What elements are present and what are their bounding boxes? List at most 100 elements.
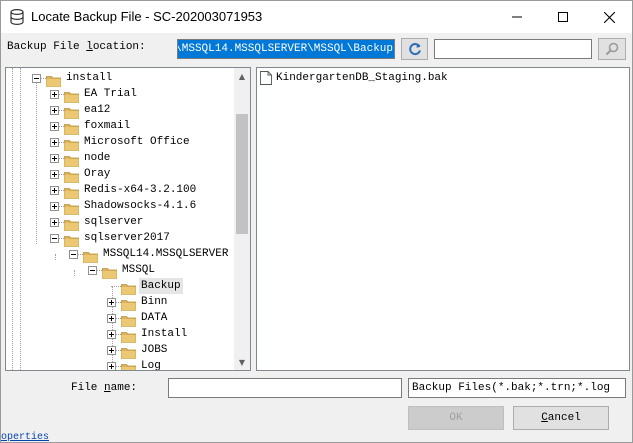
folder-icon <box>121 296 136 311</box>
folder-icon <box>64 120 79 135</box>
search-button[interactable] <box>598 38 626 60</box>
tree-node-label: foxmail <box>84 120 131 132</box>
tree-node-label: node <box>84 152 111 164</box>
tree-node-label: sqlserver <box>84 216 144 228</box>
file-name-label-accel: n <box>104 382 111 394</box>
magnifier-icon <box>605 42 619 56</box>
tree-node-label: Redis-x64-3.2.100 <box>84 184 197 196</box>
expand-icon[interactable] <box>50 218 59 227</box>
close-icon <box>603 11 615 23</box>
collapse-icon[interactable] <box>69 250 78 259</box>
tree-node-label: Backup <box>139 278 183 294</box>
folder-tree-content: install EA Trial ea12 foxmail Microsoft Offi… <box>6 68 236 370</box>
scroll-thumb[interactable] <box>236 114 248 234</box>
folder-icon <box>64 200 79 215</box>
location-label-suffix: ocation: <box>92 41 146 53</box>
tree-node-label: MSSQL <box>122 264 156 276</box>
backup-file-location-label: Backup File location: <box>7 41 146 53</box>
expand-icon[interactable] <box>50 122 59 131</box>
expand-icon[interactable] <box>107 298 116 307</box>
location-label-prefix: Backup File <box>7 41 87 53</box>
expand-icon[interactable] <box>50 202 59 211</box>
folder-icon <box>121 280 136 295</box>
minimize-button[interactable] <box>494 1 540 33</box>
scroll-up-arrow[interactable]: ▲ <box>234 68 250 84</box>
folder-icon <box>121 344 136 359</box>
maximize-button[interactable] <box>540 1 586 33</box>
tree-node-label: Log <box>141 360 161 370</box>
folder-tree[interactable]: install EA Trial ea12 foxmail Microsoft Offi… <box>5 67 251 371</box>
tree-guide-line <box>55 254 56 260</box>
window-title: Locate Backup File - SC-202003071953 <box>31 9 263 24</box>
cancel-label-rest: ancel <box>547 412 581 424</box>
folder-icon <box>83 248 98 263</box>
folder-icon <box>64 184 79 199</box>
expand-icon[interactable] <box>107 346 116 355</box>
tree-node-label: sqlserver2017 <box>84 232 170 244</box>
collapse-icon[interactable] <box>32 74 41 83</box>
properties-link[interactable]: operties <box>1 432 49 442</box>
file-type-selected: Backup Files(*.bak;*.trn;*.log <box>412 382 611 394</box>
file-name-label-prefix: File <box>71 382 105 394</box>
tree-vertical-scrollbar[interactable]: ▲ ▼ <box>234 68 250 370</box>
refresh-button[interactable] <box>401 38 428 60</box>
location-input-selected-text: 17\MSSQL14.MSSQLSERVER\MSSQL\Backup <box>178 40 394 58</box>
tree-guide-line <box>20 68 21 370</box>
title-bar[interactable]: Locate Backup File - SC-202003071953 <box>1 1 632 33</box>
expand-icon[interactable] <box>50 154 59 163</box>
folder-icon <box>64 88 79 103</box>
location-label-accel: l <box>86 41 93 53</box>
cancel-button[interactable]: Cancel <box>513 406 609 430</box>
tree-guide-line <box>12 68 13 370</box>
expand-icon[interactable] <box>50 106 59 115</box>
backup-file-location-input[interactable]: 17\MSSQL14.MSSQLSERVER\MSSQL\Backup <box>177 39 395 59</box>
file-list[interactable]: KindergartenDB_Staging.bak <box>256 67 630 371</box>
folder-icon <box>121 328 136 343</box>
folder-icon <box>64 216 79 231</box>
scroll-down-arrow[interactable]: ▼ <box>234 354 250 370</box>
tree-node-label: ea12 <box>84 104 111 116</box>
collapse-icon[interactable] <box>88 266 97 275</box>
tree-guide-line <box>36 78 37 244</box>
tree-node-label: JOBS <box>141 344 168 356</box>
locate-backup-file-dialog: Locate Backup File - SC-202003071953 Bac… <box>0 0 633 443</box>
file-name-label-suffix: ame: <box>110 382 138 394</box>
cancel-accel: C <box>541 412 548 424</box>
tree-node-label: DATA <box>141 312 168 324</box>
collapse-icon[interactable] <box>50 234 59 243</box>
expand-icon[interactable] <box>50 186 59 195</box>
expand-icon[interactable] <box>50 138 59 147</box>
refresh-icon <box>408 43 421 55</box>
close-button[interactable] <box>586 1 632 33</box>
file-name-label: File name: <box>71 382 137 394</box>
file-item-label: KindergartenDB_Staging.bak <box>276 72 448 84</box>
file-name-input[interactable] <box>168 378 402 398</box>
folder-icon <box>102 264 117 279</box>
tree-node-label: Oray <box>84 168 111 180</box>
expand-icon[interactable] <box>107 330 116 339</box>
database-icon <box>10 9 24 25</box>
minimize-icon <box>512 16 522 18</box>
document-icon <box>260 71 272 85</box>
tree-node-label: install <box>66 72 113 84</box>
ok-button[interactable]: OK <box>408 406 504 430</box>
expand-icon[interactable] <box>50 90 59 99</box>
expand-icon[interactable] <box>50 170 59 179</box>
expand-icon[interactable] <box>107 314 116 323</box>
tree-node-label: Microsoft Office <box>84 136 190 148</box>
folder-icon <box>46 72 61 87</box>
tree-guide-line <box>74 270 75 276</box>
folder-icon <box>64 152 79 167</box>
tree-node-label: Binn <box>141 296 168 308</box>
maximize-icon <box>558 12 568 22</box>
search-input[interactable] <box>434 39 592 59</box>
folder-icon <box>64 104 79 119</box>
file-type-select[interactable]: Backup Files(*.bak;*.trn;*.log <box>408 378 626 398</box>
folder-icon <box>64 168 79 183</box>
tree-node-label: Install <box>141 328 188 340</box>
folder-icon <box>64 136 79 151</box>
expand-icon[interactable] <box>107 362 116 370</box>
folder-icon <box>64 232 79 247</box>
folder-icon <box>121 312 136 327</box>
folder-icon <box>121 360 136 370</box>
